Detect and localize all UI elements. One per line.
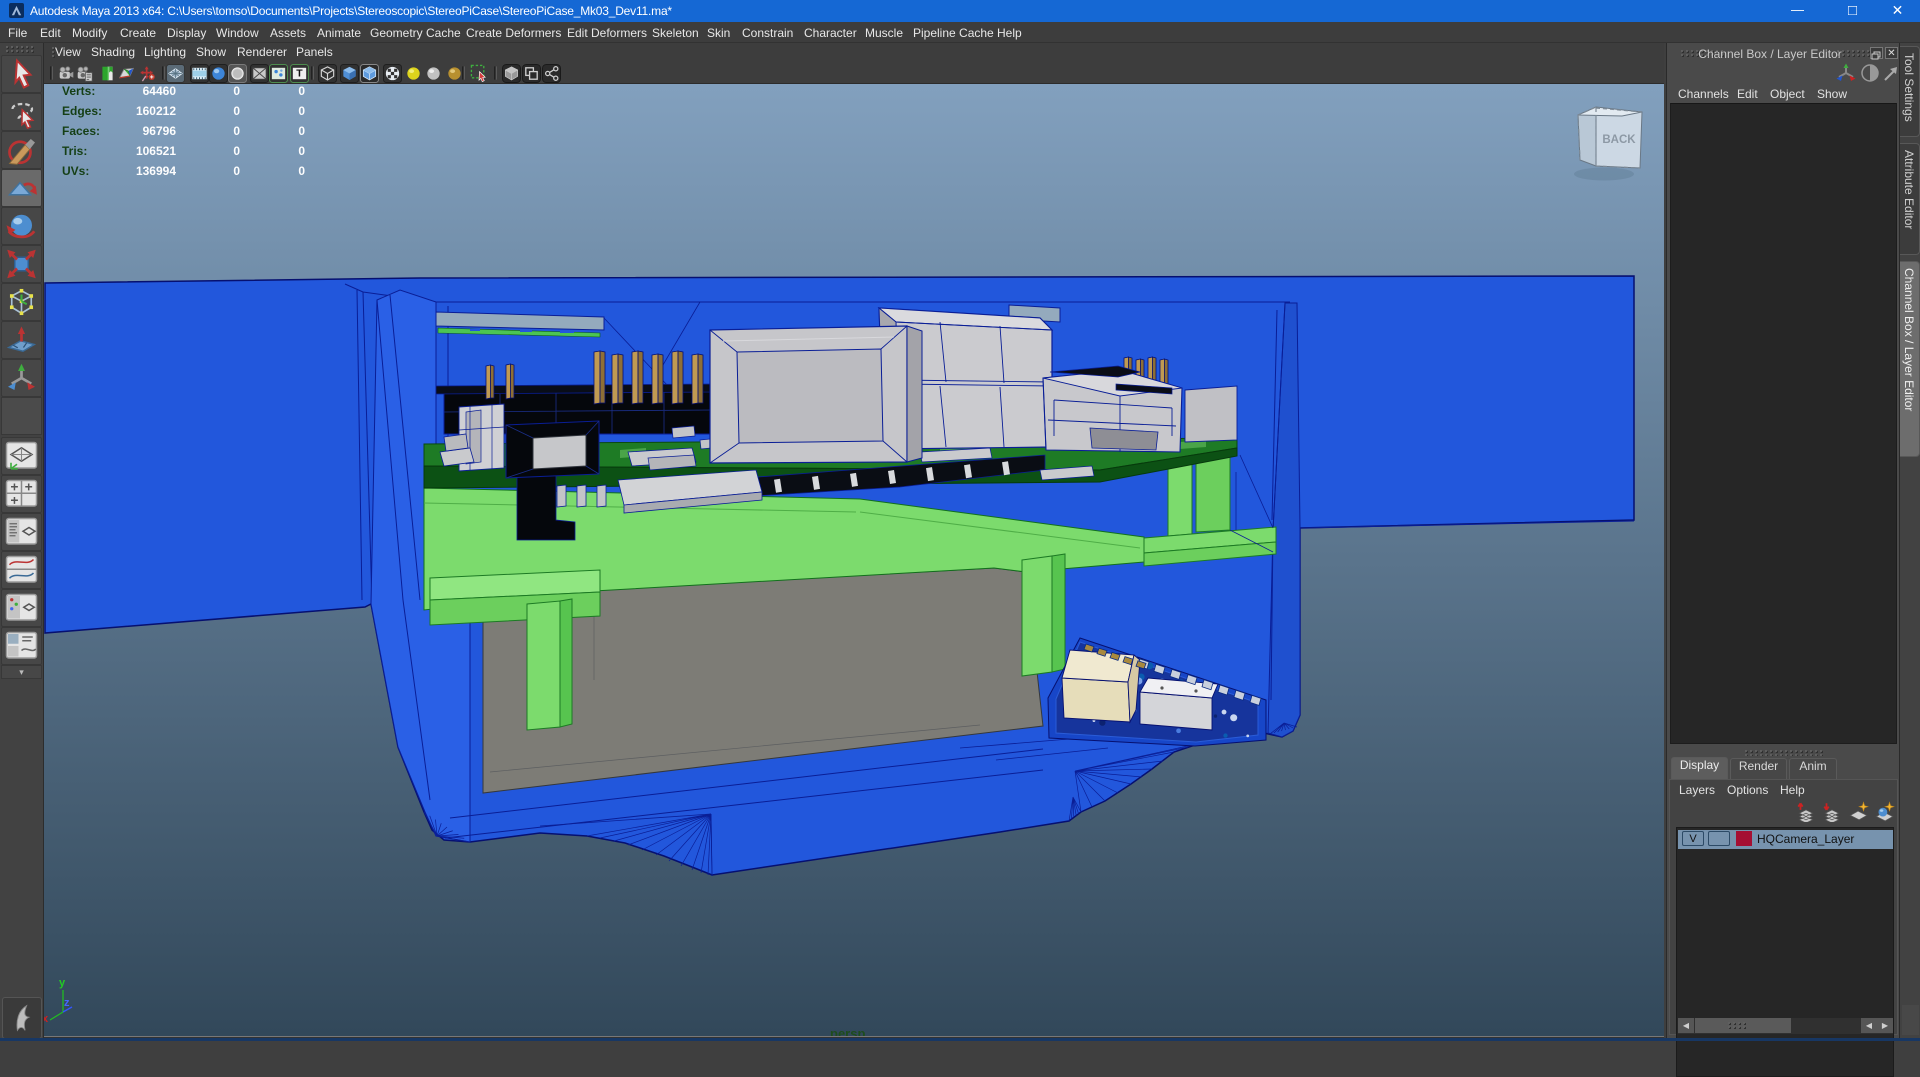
svg-text:z: z [64, 997, 70, 1009]
svg-text:T: T [296, 69, 303, 80]
svg-text:BACK: BACK [1602, 134, 1636, 146]
svg-text:y: y [59, 977, 66, 989]
